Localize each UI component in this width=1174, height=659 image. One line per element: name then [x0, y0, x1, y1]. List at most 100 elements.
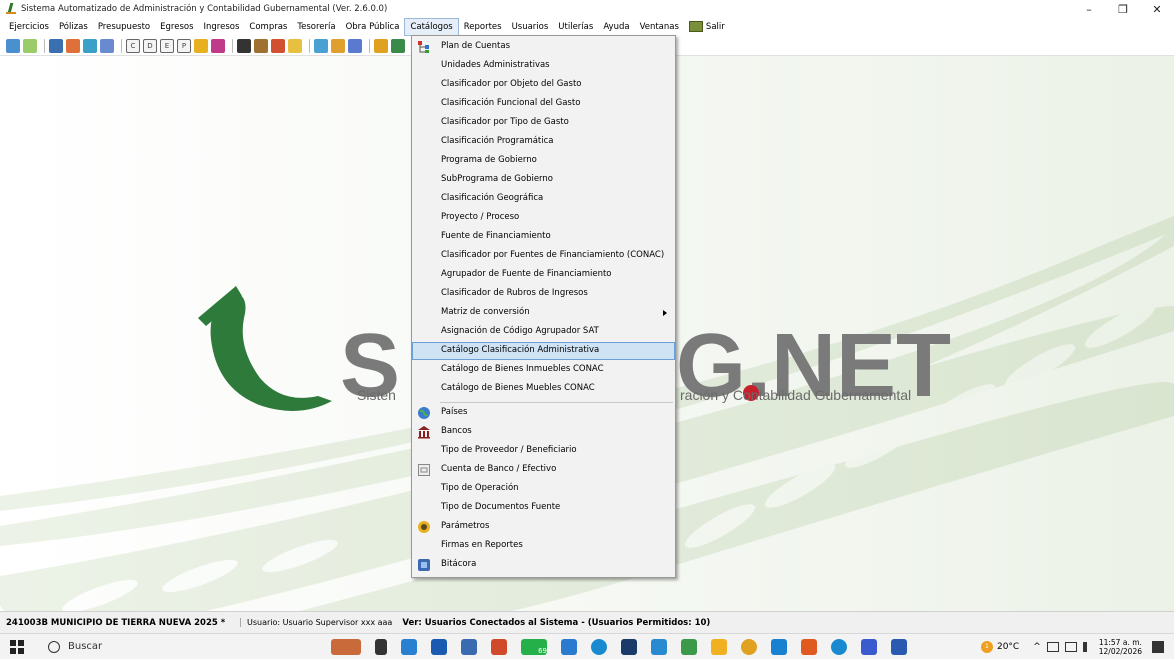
print-icon[interactable]	[49, 38, 63, 53]
menu-subprograma-gobierno[interactable]: SubPrograma de Gobierno	[412, 171, 675, 189]
clipboard-icon[interactable]	[237, 38, 251, 53]
mail-icon[interactable]	[561, 638, 577, 655]
report-icon[interactable]	[83, 38, 97, 53]
task-view-icon[interactable]	[375, 638, 387, 655]
menu-salir[interactable]: Salir	[684, 18, 730, 36]
menu-firmas-reportes[interactable]: Firmas en Reportes	[412, 537, 675, 555]
menu-clasificador-rubros-ingresos[interactable]: Clasificador de Rubros de Ingresos	[412, 285, 675, 303]
menu-ejercicios[interactable]: Ejercicios	[4, 18, 54, 36]
menu-paises[interactable]: Países	[412, 404, 675, 422]
firefox-icon[interactable]	[801, 638, 817, 655]
brave-icon[interactable]	[491, 638, 507, 655]
windows-start-icon[interactable]	[10, 639, 24, 654]
menu-ayuda[interactable]: Ayuda	[598, 18, 634, 36]
menu-clasificador-tipo-gasto[interactable]: Clasificador por Tipo de Gasto	[412, 114, 675, 132]
menu-bienes-inmuebles[interactable]: Catálogo de Bienes Inmuebles CONAC	[412, 361, 675, 379]
menu-egresos[interactable]: Egresos	[155, 18, 198, 36]
menu-clasificador-fuentes-conac[interactable]: Clasificador por Fuentes de Financiamien…	[412, 247, 675, 265]
app-icon-4[interactable]	[771, 638, 787, 655]
menu-ingresos[interactable]: Ingresos	[199, 18, 245, 36]
menu-tipo-documentos[interactable]: Tipo de Documentos Fuente	[412, 499, 675, 517]
hierarchy-icon[interactable]	[374, 38, 388, 53]
menu-clasificacion-programatica[interactable]: Clasificación Programática	[412, 133, 675, 151]
menu-bancos[interactable]: Bancos	[412, 423, 675, 441]
box-icon[interactable]	[288, 38, 302, 53]
people-icon[interactable]	[271, 38, 285, 53]
tools-icon[interactable]	[331, 38, 345, 53]
menu-catalogos[interactable]: Catálogos	[404, 18, 459, 36]
menu-utilerias[interactable]: Utilerías	[553, 18, 598, 36]
menu-clasificacion-geografica[interactable]: Clasificación Geográfica	[412, 190, 675, 208]
menu-reportes[interactable]: Reportes	[459, 18, 507, 36]
menu-compras[interactable]: Compras	[244, 18, 292, 36]
button-d[interactable]: D	[143, 38, 157, 53]
budget-icon[interactable]	[194, 38, 208, 53]
menu-bitacora[interactable]: Bitácora	[412, 556, 675, 574]
grid-icon[interactable]	[100, 38, 114, 53]
sat-icon[interactable]	[621, 638, 637, 655]
menu-cuenta-banco[interactable]: Cuenta de Banco / Efectivo	[412, 461, 675, 479]
network-icon[interactable]	[1046, 641, 1059, 652]
whatsapp-icon[interactable]: 69	[521, 638, 547, 655]
taskbar-search[interactable]: Buscar	[34, 636, 324, 658]
minimize-button[interactable]: –	[1072, 0, 1106, 18]
menu-tipo-proveedor[interactable]: Tipo de Proveedor / Beneficiario	[412, 442, 675, 460]
chrome-icon[interactable]	[741, 638, 757, 655]
menu-bienes-muebles[interactable]: Catálogo de Bienes Muebles CONAC	[412, 380, 675, 398]
clock[interactable]: 11:57 a. m. 12/02/2026	[1099, 638, 1142, 656]
app-icon-5[interactable]	[831, 638, 847, 655]
app-icon-2[interactable]	[431, 638, 447, 655]
menu-codigo-agrupador-sat[interactable]: Asignación de Código Agrupador SAT	[412, 323, 675, 341]
notifications-icon[interactable]	[1152, 640, 1164, 653]
app-icon-1[interactable]	[401, 638, 417, 655]
toolbar-separator	[121, 38, 122, 53]
menu-clasificacion-funcional[interactable]: Clasificación Funcional del Gasto	[412, 95, 675, 113]
users-icon[interactable]	[348, 38, 362, 53]
wallet-icon[interactable]	[254, 38, 268, 53]
file-explorer-icon[interactable]	[711, 638, 727, 655]
label: Clasificador por Fuentes de Financiamien…	[441, 250, 665, 260]
app-icon-6[interactable]	[861, 638, 877, 655]
menu-ventanas[interactable]: Ventanas	[635, 18, 684, 36]
menu-usuarios[interactable]: Usuarios	[507, 18, 554, 36]
notes-icon[interactable]	[314, 38, 328, 53]
document-icon[interactable]	[23, 38, 37, 53]
restore-button[interactable]: ❐	[1106, 0, 1140, 18]
network-app-icon[interactable]	[651, 638, 667, 655]
edge-icon[interactable]	[591, 638, 607, 655]
menu-unidades-administrativas[interactable]: Unidades Administrativas	[412, 57, 675, 75]
word-icon[interactable]	[891, 638, 907, 655]
refresh-icon[interactable]	[6, 38, 20, 53]
button-p[interactable]: P	[177, 38, 191, 53]
transfer-icon[interactable]	[66, 38, 80, 53]
menu-presupuesto[interactable]: Presupuesto	[93, 18, 155, 36]
label: Agrupador de Fuente de Financiamiento	[441, 269, 612, 279]
button-c[interactable]: C	[126, 38, 140, 53]
table-icon[interactable]	[391, 38, 405, 53]
tray-chevron-icon[interactable]: ^	[1033, 642, 1041, 652]
widget-icon[interactable]	[331, 638, 361, 655]
display-icon[interactable]	[1064, 641, 1077, 652]
weather-icon[interactable]: 1	[980, 640, 993, 653]
menu-polizas[interactable]: Pólizas	[54, 18, 93, 36]
status-connected-users[interactable]: Ver: Usuarios Conectados al Sistema - (U…	[398, 618, 710, 628]
volume-icon[interactable]	[1082, 641, 1093, 652]
menu-obra-publica[interactable]: Obra Pública	[341, 18, 405, 36]
app-icon-3[interactable]	[461, 638, 477, 655]
menu-proyecto-proceso[interactable]: Proyecto / Proceso	[412, 209, 675, 227]
menu-tesoreria[interactable]: Tesorería	[292, 18, 340, 36]
menu-catalogo-clasificacion-administrativa[interactable]: Catálogo Clasificación Administrativa	[412, 342, 675, 360]
sacg-app-icon[interactable]	[681, 638, 697, 655]
chart-icon[interactable]	[211, 38, 225, 53]
menu-agrupador-fuente[interactable]: Agrupador de Fuente de Financiamiento	[412, 266, 675, 284]
menu-plan-de-cuentas[interactable]: Plan de Cuentas	[412, 38, 675, 56]
menu-programa-gobierno[interactable]: Programa de Gobierno	[412, 152, 675, 170]
menu-clasificador-objeto-gasto[interactable]: Clasificador por Objeto del Gasto	[412, 76, 675, 94]
menu-matriz-conversion[interactable]: Matriz de conversión	[412, 304, 675, 322]
button-e[interactable]: E	[160, 38, 174, 53]
close-button[interactable]: ✕	[1140, 0, 1174, 18]
menu-parametros[interactable]: Parámetros	[412, 518, 675, 536]
menu-tipo-operacion[interactable]: Tipo de Operación	[412, 480, 675, 498]
menu-fuente-financiamiento[interactable]: Fuente de Financiamiento	[412, 228, 675, 246]
temperature[interactable]: 20°C	[997, 642, 1019, 652]
